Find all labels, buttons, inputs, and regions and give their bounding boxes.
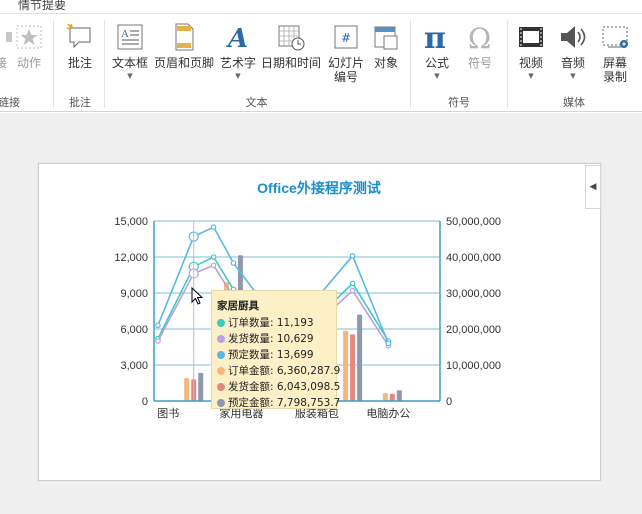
tooltip-row-text: 订单金额: 6,360,287.9 (228, 365, 341, 377)
bar (184, 378, 190, 401)
tooltip-row: 预定金额: 7,798,753.7 (217, 395, 340, 411)
y-tick-label: 6,000 (120, 324, 148, 336)
y-tick-label: 15,000 (114, 216, 148, 228)
bar (389, 393, 395, 401)
series-color-dot-icon (217, 383, 225, 391)
x-tick-label: 图书 (157, 407, 179, 420)
tooltip-row: 发货数量: 10,629 (217, 331, 336, 347)
y2-tick-label: 0 (446, 396, 452, 408)
chart[interactable]: Office外接程序测试 0 3,000 6,000 9,000 12,000 15,00… (0, 0, 642, 514)
tooltip-row: 预定数量: 13,699 (217, 347, 336, 363)
tooltip-row-text: 发货数量: 10,629 (228, 333, 314, 345)
mouse-pointer-icon (191, 287, 204, 305)
bar (198, 372, 204, 401)
x-tick-label: 电脑办公 (366, 407, 410, 420)
tooltip-category: 家居厨具 (217, 300, 259, 312)
y2-tick-label: 50,000,000 (446, 216, 501, 228)
y-tick-label: 12,000 (114, 252, 148, 264)
bar (343, 330, 349, 401)
series-color-dot-icon (217, 367, 225, 375)
bar (357, 314, 363, 401)
data-point (230, 260, 237, 266)
data-point (155, 322, 161, 329)
data-point (210, 224, 217, 230)
y-tick-label: 0 (142, 396, 148, 408)
data-point (210, 262, 217, 269)
series-color-dot-icon (217, 319, 225, 327)
bar (396, 390, 402, 401)
series-color-dot-icon (217, 399, 225, 407)
data-point (349, 253, 356, 259)
series-color-dot-icon (217, 351, 225, 359)
y2-tick-label: 10,000,000 (446, 360, 501, 372)
y2-tick-label: 40,000,000 (446, 252, 501, 264)
data-point (210, 254, 217, 260)
chart-title: Office外接程序测试 (257, 180, 381, 196)
tooltip-row-text: 预定数量: 13,699 (228, 349, 314, 361)
series-color-dot-icon (217, 335, 225, 343)
tooltip-row-text: 预定金额: 7,798,753.7 (228, 397, 341, 409)
data-point (385, 340, 392, 347)
bar (350, 334, 356, 401)
tooltip-row-text: 发货金额: 6,043,098.5 (228, 381, 341, 393)
y-tick-label: 3,000 (120, 360, 148, 372)
tooltip-rows: 订单数量: 11,193 发货数量: 10,629 预定数量: 13,699 订单金额… (217, 315, 340, 411)
data-point (349, 280, 356, 287)
y-tick-label: 9,000 (120, 288, 148, 300)
tooltip-row: 发货金额: 6,043,098.5 (217, 379, 340, 395)
tooltip-row: 订单数量: 11,193 (217, 315, 336, 331)
data-point (349, 287, 356, 294)
tooltip-row-text: 订单数量: 11,193 (228, 317, 314, 329)
bar (382, 393, 388, 401)
y2-tick-label: 20,000,000 (446, 324, 501, 336)
data-point (155, 338, 161, 344)
y2-tick-label: 30,000,000 (446, 288, 501, 300)
chart-tooltip: 家居厨具 订单数量: 11,193 发货数量: 10,629 预定数量: 13,69… (211, 290, 340, 411)
tooltip-row: 订单金额: 6,360,287.9 (217, 363, 340, 379)
